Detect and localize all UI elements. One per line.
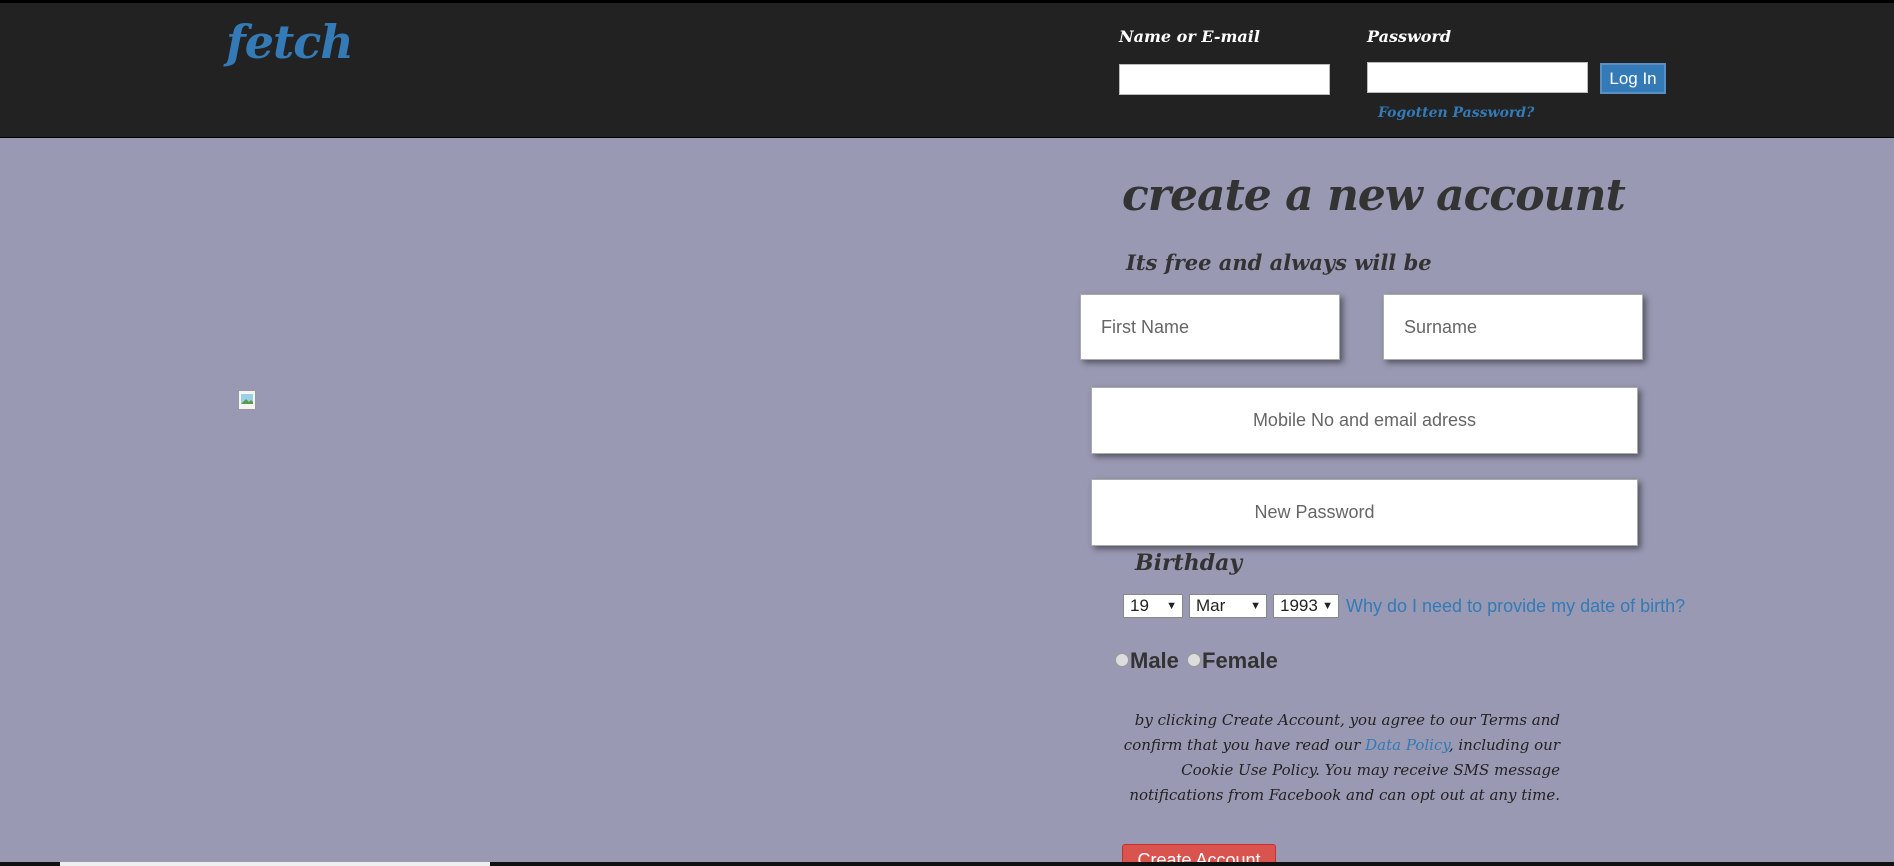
male-radio[interactable] bbox=[1115, 653, 1129, 667]
birthday-month-select[interactable]: Mar ▼ bbox=[1189, 594, 1267, 618]
why-birthday-link[interactable]: Why do I need to provide my date of birt… bbox=[1346, 596, 1685, 617]
birthday-month-value: Mar bbox=[1196, 596, 1226, 615]
broken-image-icon bbox=[238, 390, 256, 410]
gender-female-option[interactable]: Female bbox=[1187, 648, 1278, 674]
birthday-day-value: 19 bbox=[1130, 596, 1149, 615]
surname-input[interactable] bbox=[1383, 294, 1643, 360]
first-name-input[interactable] bbox=[1080, 294, 1340, 360]
fetch-logo[interactable]: fetch bbox=[226, 15, 354, 69]
signup-title: create a new account bbox=[1122, 170, 1626, 221]
login-email-label: Name or E-mail bbox=[1119, 27, 1260, 46]
birthday-year-select[interactable]: 1993 ▼ bbox=[1273, 594, 1339, 618]
scrollbar-thumb[interactable] bbox=[60, 862, 490, 866]
chevron-down-icon: ▼ bbox=[1166, 600, 1177, 612]
chevron-down-icon: ▼ bbox=[1322, 600, 1333, 612]
contact-input[interactable] bbox=[1091, 387, 1638, 454]
female-radio[interactable] bbox=[1187, 653, 1201, 667]
terms-text: by clicking Create Account, you agree to… bbox=[1110, 708, 1560, 808]
signup-subtitle: Its free and always will be bbox=[1126, 250, 1432, 275]
birthday-year-value: 1993 bbox=[1280, 596, 1318, 615]
data-policy-link[interactable]: Data Policy bbox=[1365, 736, 1449, 754]
top-navigation-bar: fetch Name or E-mail Password Log In Fog… bbox=[0, 0, 1894, 138]
birthday-label: Birthday bbox=[1135, 550, 1243, 576]
new-password-input[interactable] bbox=[1091, 479, 1638, 546]
female-label: Female bbox=[1202, 648, 1278, 673]
male-label: Male bbox=[1130, 648, 1179, 673]
birthday-day-select[interactable]: 19 ▼ bbox=[1123, 594, 1183, 618]
login-password-label: Password bbox=[1367, 27, 1452, 46]
bottom-scrollbar[interactable] bbox=[0, 862, 1894, 866]
forgot-password-link[interactable]: Fogotten Password? bbox=[1378, 105, 1534, 121]
login-password-input[interactable] bbox=[1367, 62, 1588, 93]
login-button[interactable]: Log In bbox=[1600, 63, 1666, 94]
chevron-down-icon: ▼ bbox=[1250, 600, 1261, 612]
login-email-input[interactable] bbox=[1119, 64, 1330, 95]
gender-male-option[interactable]: Male bbox=[1115, 648, 1179, 674]
